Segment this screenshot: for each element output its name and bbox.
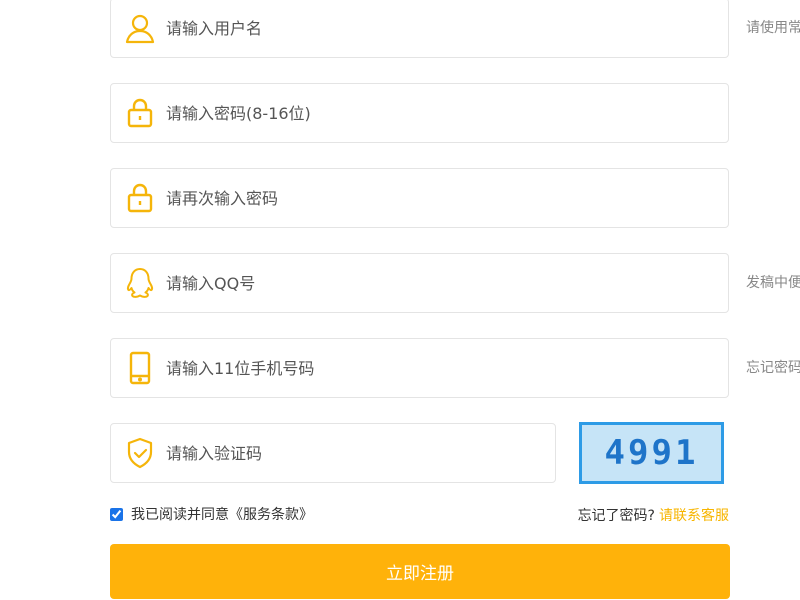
- phone-hint: 忘记密码: [746, 360, 800, 376]
- qq-hint: 发稿中便: [746, 275, 800, 291]
- forgot-text: 忘记了密码?: [577, 508, 655, 524]
- phone-icon: [123, 351, 157, 385]
- username-field[interactable]: [110, 0, 729, 58]
- forgot-password: 忘记了密码? 请联系客服: [578, 505, 729, 525]
- registration-page: 请使用常 发稿中便: [0, 0, 800, 600]
- qq-field[interactable]: [110, 253, 729, 313]
- lock-icon: [123, 96, 157, 130]
- agreement-checkbox[interactable]: [110, 507, 123, 521]
- captcha-input[interactable]: [166, 424, 540, 482]
- password-field[interactable]: [110, 83, 729, 143]
- register-button[interactable]: 立即注册: [110, 544, 730, 599]
- phone-input[interactable]: [166, 339, 713, 397]
- agreement[interactable]: 我已阅读并同意《服务条款》: [110, 504, 313, 524]
- username-input[interactable]: [166, 0, 713, 57]
- captcha-field[interactable]: [110, 423, 556, 483]
- username-hint: 请使用常: [746, 20, 800, 36]
- password-input[interactable]: [166, 84, 713, 142]
- captcha-code: 4991: [604, 433, 699, 473]
- user-icon: [123, 11, 157, 45]
- contact-support-link[interactable]: 请联系客服: [659, 508, 729, 524]
- captcha-image[interactable]: 4991: [579, 422, 724, 484]
- confirm-password-field[interactable]: [110, 168, 729, 228]
- confirm-password-input[interactable]: [166, 169, 713, 227]
- lock-icon: [123, 181, 157, 215]
- qq-input[interactable]: [166, 254, 713, 312]
- agreement-label: 我已阅读并同意《服务条款》: [131, 507, 313, 523]
- qq-penguin-icon: [123, 266, 157, 300]
- phone-field[interactable]: [110, 338, 729, 398]
- shield-check-icon: [123, 436, 157, 470]
